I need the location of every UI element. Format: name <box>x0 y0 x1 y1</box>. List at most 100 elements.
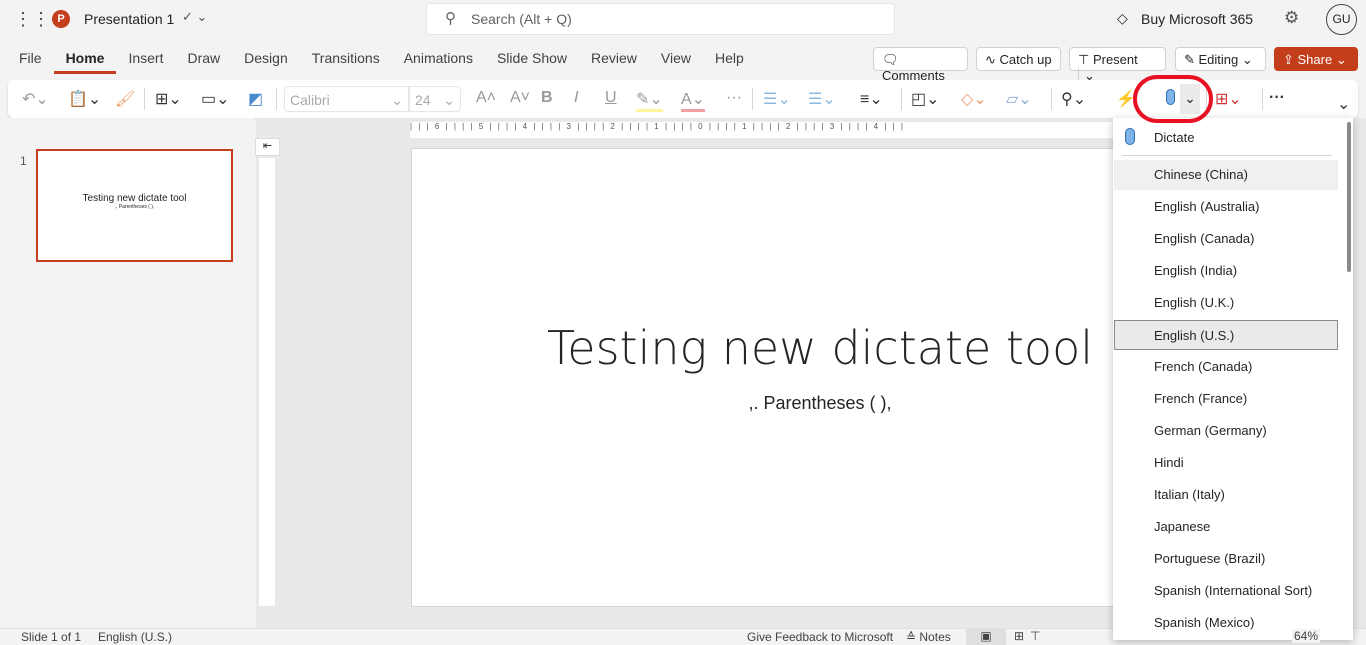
search-input[interactable]: ⚲ Search (Alt + Q) <box>426 3 895 35</box>
saved-status-icon[interactable]: ✓ ⌄ <box>182 9 207 25</box>
shrink-font-icon[interactable]: A˅ <box>510 89 530 107</box>
layout-icon[interactable]: ▭⌄ <box>201 89 230 109</box>
underline-icon[interactable]: U <box>605 89 617 107</box>
slide-canvas[interactable]: Testing new dictate tool ,. Parentheses … <box>411 148 1121 607</box>
microphone-icon <box>1125 128 1135 145</box>
comments-button[interactable]: 🗨 Comments <box>873 47 968 83</box>
find-icon[interactable]: ⚲⌄ <box>1061 89 1086 109</box>
title-bar: ⋮⋮⋮ P Presentation 1 ✓ ⌄ ⚲ Search (Alt +… <box>0 0 1366 40</box>
shape-outline-icon[interactable]: ▱⌄ <box>1006 89 1032 109</box>
share-button[interactable]: ⇪ Share ⌄ <box>1274 47 1358 71</box>
share-label: Share <box>1297 52 1333 67</box>
tab-draw[interactable]: Draw <box>175 46 232 74</box>
tab-design[interactable]: Design <box>232 46 300 74</box>
tab-insert[interactable]: Insert <box>116 46 175 74</box>
language-option[interactable]: Portuguese (Brazil) <box>1114 544 1338 574</box>
dictate-menu-item[interactable]: Dictate <box>1154 130 1194 145</box>
buy-microsoft-365-link[interactable]: Buy Microsoft 365 <box>1141 11 1253 27</box>
font-size-select[interactable]: 24 ⌄ <box>409 86 461 112</box>
presenter-icon: ⊤ <box>1078 52 1093 67</box>
normal-view-icon[interactable]: ▣ <box>966 629 1006 645</box>
menu-scrollbar[interactable] <box>1347 122 1351 272</box>
pencil-icon: ✎ <box>1184 52 1199 67</box>
search-placeholder: Search (Alt + Q) <box>471 11 572 27</box>
slide-title[interactable]: Testing new dictate tool <box>412 321 1228 375</box>
font-name-value: Calibri <box>290 92 330 108</box>
slide-number: 1 <box>20 154 27 168</box>
grow-font-icon[interactable]: A˄ <box>476 89 496 107</box>
tab-slide-show[interactable]: Slide Show <box>485 46 579 74</box>
document-title[interactable]: Presentation 1 <box>84 11 174 27</box>
tab-view[interactable]: View <box>649 46 703 74</box>
editing-mode-button[interactable]: ✎ Editing ⌄ <box>1175 47 1266 71</box>
language-option[interactable]: Hindi <box>1114 448 1338 478</box>
present-label: Present <box>1092 52 1138 67</box>
tab-transitions[interactable]: Transitions <box>300 46 392 74</box>
language-option[interactable]: English (India) <box>1114 256 1338 286</box>
numbering-icon[interactable]: ☰⌄ <box>808 89 836 109</box>
language-status[interactable]: English (U.S.) <box>98 630 172 644</box>
language-option[interactable]: Chinese (China) <box>1114 160 1338 190</box>
slide-thumbnail[interactable]: Testing new dictate tool ,. Parentheses … <box>36 149 233 262</box>
slide-count: Slide 1 of 1 <box>21 630 82 644</box>
align-icon[interactable]: ≡⌄ <box>860 89 883 109</box>
horizontal-ruler: | | | 6 | | | | 5 | | | | 4 | | | | 3 | … <box>410 122 1113 138</box>
comment-icon: 🗨 <box>882 52 899 67</box>
tab-file[interactable]: File <box>7 46 54 74</box>
tab-review[interactable]: Review <box>579 46 649 74</box>
format-painter-icon[interactable]: 🖌 <box>115 89 135 109</box>
language-option[interactable]: French (France) <box>1114 384 1338 414</box>
font-color-icon[interactable]: A⌄ <box>681 89 706 112</box>
vertical-ruler <box>259 158 275 606</box>
collapse-pane-icon[interactable]: ⇤ <box>255 138 280 156</box>
language-option-selected[interactable]: English (U.S.) <box>1114 320 1338 350</box>
tab-help[interactable]: Help <box>703 46 756 74</box>
shape-fill-icon[interactable]: ◇⌄ <box>961 89 987 109</box>
slide-subtitle[interactable]: ,. Parentheses ( ), <box>412 393 1228 414</box>
more-options-icon[interactable]: ··· <box>1269 89 1285 107</box>
font-name-select[interactable]: Calibri ⌄ <box>284 86 409 112</box>
slide-sorter-icon[interactable]: ⊞ <box>1014 629 1024 643</box>
language-option[interactable]: Spanish (International Sort) <box>1114 576 1338 606</box>
shapes-icon[interactable]: ◰⌄ <box>911 89 940 109</box>
settings-gear-icon[interactable]: ⚙ <box>1284 8 1299 28</box>
language-option[interactable]: English (Australia) <box>1114 192 1338 222</box>
notes-label: Notes <box>919 630 951 644</box>
notes-button[interactable]: ≙ Notes <box>906 630 951 644</box>
add-ins-icon[interactable]: ⊞⌄ <box>1215 89 1242 109</box>
italic-icon[interactable]: I <box>574 89 578 107</box>
diamond-icon: ◇ <box>1117 10 1128 26</box>
language-option[interactable]: English (Canada) <box>1114 224 1338 254</box>
reset-slide-icon[interactable]: ◩ <box>248 89 263 109</box>
bullets-icon[interactable]: ☰⌄ <box>763 89 791 109</box>
language-option[interactable]: Italian (Italy) <box>1114 480 1338 510</box>
bold-icon[interactable]: B <box>541 89 553 107</box>
catch-up-label: Catch up <box>999 52 1052 67</box>
zoom-level[interactable]: 64% <box>1292 629 1321 643</box>
thumbnail-subtitle: ,. Parentheses ( ), <box>114 204 155 210</box>
editing-label: Editing <box>1198 52 1239 67</box>
ribbon-tabs: File Home Insert Draw Design Transitions… <box>7 46 756 74</box>
new-slide-icon[interactable]: ⊞⌄ <box>155 89 182 109</box>
tab-home[interactable]: Home <box>53 46 117 74</box>
font-size-value: 24 <box>415 92 431 108</box>
present-button[interactable]: ⊤ Present ⌄ <box>1069 47 1166 83</box>
activity-icon: ∿ <box>985 52 1000 67</box>
language-option[interactable]: Japanese <box>1114 512 1338 542</box>
language-option[interactable]: French (Canada) <box>1114 352 1338 382</box>
language-option[interactable]: English (U.K.) <box>1114 288 1338 318</box>
paste-icon[interactable]: 📋⌄ <box>68 89 101 109</box>
language-option[interactable]: German (Germany) <box>1114 416 1338 446</box>
catch-up-button[interactable]: ∿ Catch up <box>976 47 1061 71</box>
avatar[interactable]: GU <box>1326 4 1357 35</box>
tab-animations[interactable]: Animations <box>392 46 485 74</box>
more-font-options-icon[interactable]: ··· <box>726 89 742 107</box>
highlight-annotation-circle <box>1133 75 1213 123</box>
undo-icon[interactable]: ↶⌄ <box>22 89 49 109</box>
reading-view-icon[interactable]: ⊤ <box>1030 629 1040 643</box>
share-icon: ⇪ <box>1283 52 1298 67</box>
feedback-link[interactable]: Give Feedback to Microsoft <box>747 630 893 644</box>
dictate-language-menu: Dictate Chinese (China) English (Austral… <box>1113 118 1353 640</box>
expand-ribbon-icon[interactable]: ⌄ <box>1337 94 1350 114</box>
highlight-icon[interactable]: ✎⌄ <box>636 89 663 112</box>
